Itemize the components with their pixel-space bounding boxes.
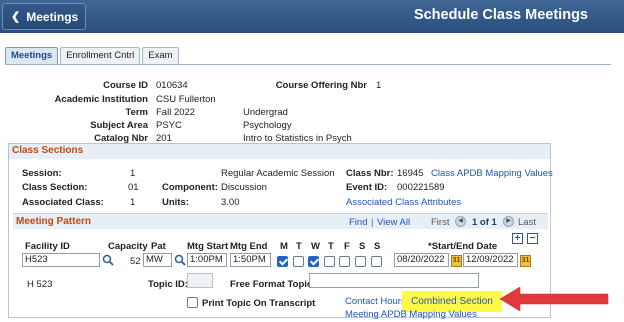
day-t-header: T xyxy=(296,241,302,252)
class-nbr-label: Class Nbr: xyxy=(346,168,394,179)
session-label: Session: xyxy=(22,168,62,179)
day-sunday-checkbox[interactable] xyxy=(371,256,382,267)
view-all-link[interactable]: View All xyxy=(377,217,410,228)
start-end-date-header: *Start/End Date xyxy=(428,241,498,252)
course-id-value: 010634 xyxy=(156,80,188,91)
day-wednesday-checkbox[interactable] xyxy=(308,256,319,267)
chevron-left-icon: ❮ xyxy=(11,11,21,23)
associated-class-attributes-link[interactable]: Associated Class Attributes xyxy=(346,197,461,208)
pattern-lookup-icon[interactable] xyxy=(174,254,186,266)
capacity-header: Capacity xyxy=(108,241,148,252)
class-apdb-mapping-link[interactable]: Class APDB Mapping Values xyxy=(431,168,553,179)
course-id-label: Course ID xyxy=(103,80,148,91)
units-label: Units: xyxy=(162,197,189,208)
associated-class-value: 1 xyxy=(130,197,136,208)
free-format-topic-label: Free Format Topic: xyxy=(230,279,316,290)
day-thursday-checkbox[interactable] xyxy=(324,256,335,267)
day-saturday-checkbox[interactable] xyxy=(355,256,366,267)
next-icon[interactable]: ▶ xyxy=(503,216,514,227)
class-section-value: 01 xyxy=(128,182,139,193)
previous-icon[interactable]: ◀ xyxy=(455,216,466,227)
class-section-label: Class Section: xyxy=(22,182,88,193)
day-su-header: S xyxy=(374,241,381,252)
mtg-start-input[interactable]: 1:00PM xyxy=(187,253,227,267)
tab-bar: Meetings Enrollment Cntrl Exam xyxy=(5,47,181,64)
tab-enrollment-cntrl[interactable]: Enrollment Cntrl xyxy=(60,47,141,64)
contact-hours-link[interactable]: Contact Hours xyxy=(345,296,406,307)
end-date-calendar-icon[interactable]: 31 xyxy=(520,255,531,267)
session-value: 1 xyxy=(130,168,136,179)
find-link[interactable]: Find xyxy=(349,217,367,228)
print-topic-label: Print Topic On Transcript xyxy=(202,298,316,309)
day-s-header: S xyxy=(359,241,366,252)
component-label: Component: xyxy=(162,182,218,193)
event-id-label: Event ID: xyxy=(346,182,388,193)
last-label: Last xyxy=(518,217,536,228)
capacity-value: 52 xyxy=(130,256,141,267)
meeting-apdb-mapping-link[interactable]: Meeting APDB Mapping Values xyxy=(345,309,477,320)
term-label: Term xyxy=(125,107,148,118)
facility-id-header: Facility ID xyxy=(25,241,70,252)
mtg-end-input[interactable]: 1:50PM xyxy=(230,253,271,267)
course-offering-label: Course Offering Nbr xyxy=(275,80,367,91)
subject-area-description: Psychology xyxy=(243,120,292,131)
day-friday-checkbox[interactable] xyxy=(339,256,350,267)
institution-value: CSU Fullerton xyxy=(156,94,216,105)
topic-id-label: Topic ID: xyxy=(148,279,188,290)
facility-lookup-icon[interactable] xyxy=(102,254,114,266)
tab-meetings[interactable]: Meetings xyxy=(5,47,59,64)
day-f-header: F xyxy=(344,241,350,252)
units-value: 3.00 xyxy=(221,197,240,208)
class-nbr-value: 16945 xyxy=(397,168,424,179)
start-date-calendar-icon[interactable]: 31 xyxy=(451,255,462,267)
day-w-header: W xyxy=(311,241,320,252)
tab-divider xyxy=(5,64,611,65)
day-th-header: T xyxy=(328,241,334,252)
tab-exam[interactable]: Exam xyxy=(142,47,179,64)
first-label: First xyxy=(431,217,450,228)
day-m-header: M xyxy=(280,241,288,252)
session-description: Regular Academic Session xyxy=(221,168,335,179)
start-date-input[interactable]: 08/20/2022 xyxy=(394,253,449,267)
free-format-topic-input[interactable] xyxy=(309,273,479,288)
red-arrow-annotation xyxy=(499,286,609,312)
meeting-pattern-title: Meeting Pattern xyxy=(16,216,92,227)
term-description: Undergrad xyxy=(243,107,288,118)
mtg-end-header: Mtg End xyxy=(230,241,268,252)
day-monday-checkbox[interactable] xyxy=(277,256,288,267)
pager-text: 1 of 1 xyxy=(472,217,497,228)
course-offering-value: 1 xyxy=(376,80,382,91)
pattern-header: Pat xyxy=(151,241,166,252)
term-value: Fall 2022 xyxy=(156,107,196,118)
associated-class-label: Associated Class: xyxy=(22,197,104,208)
institution-label: Academic Institution xyxy=(54,94,148,105)
subject-area-value: PSYC xyxy=(156,120,182,131)
topic-id-input[interactable] xyxy=(187,273,213,288)
day-tuesday-checkbox[interactable] xyxy=(293,256,304,267)
separator: | xyxy=(371,217,374,228)
pattern-input[interactable]: MW xyxy=(143,253,172,267)
component-value: Discussion xyxy=(221,182,267,193)
page-title: Schedule Class Meetings xyxy=(413,7,588,23)
meeting-pattern-header: Meeting Pattern Find | View All First ◀ … xyxy=(13,213,548,229)
facility-id-input[interactable]: H523 xyxy=(22,253,100,267)
page-header: ❮ Meetings Schedule Class Meetings xyxy=(0,0,624,33)
back-button-label: Meetings xyxy=(26,9,79,24)
print-topic-checkbox[interactable] xyxy=(187,297,198,308)
add-row-icon[interactable]: + xyxy=(512,233,523,244)
facility-description: H 523 xyxy=(27,279,53,290)
back-to-meetings-button[interactable]: ❮ Meetings xyxy=(2,3,86,30)
event-id-value: 000221589 xyxy=(397,182,445,193)
class-sections-title: Class Sections xyxy=(9,144,550,159)
end-date-input[interactable]: 12/09/2022 xyxy=(463,253,518,267)
subject-area-label: Subject Area xyxy=(90,120,148,131)
mtg-start-header: Mtg Start xyxy=(187,241,229,252)
delete-row-icon[interactable]: − xyxy=(527,233,538,244)
